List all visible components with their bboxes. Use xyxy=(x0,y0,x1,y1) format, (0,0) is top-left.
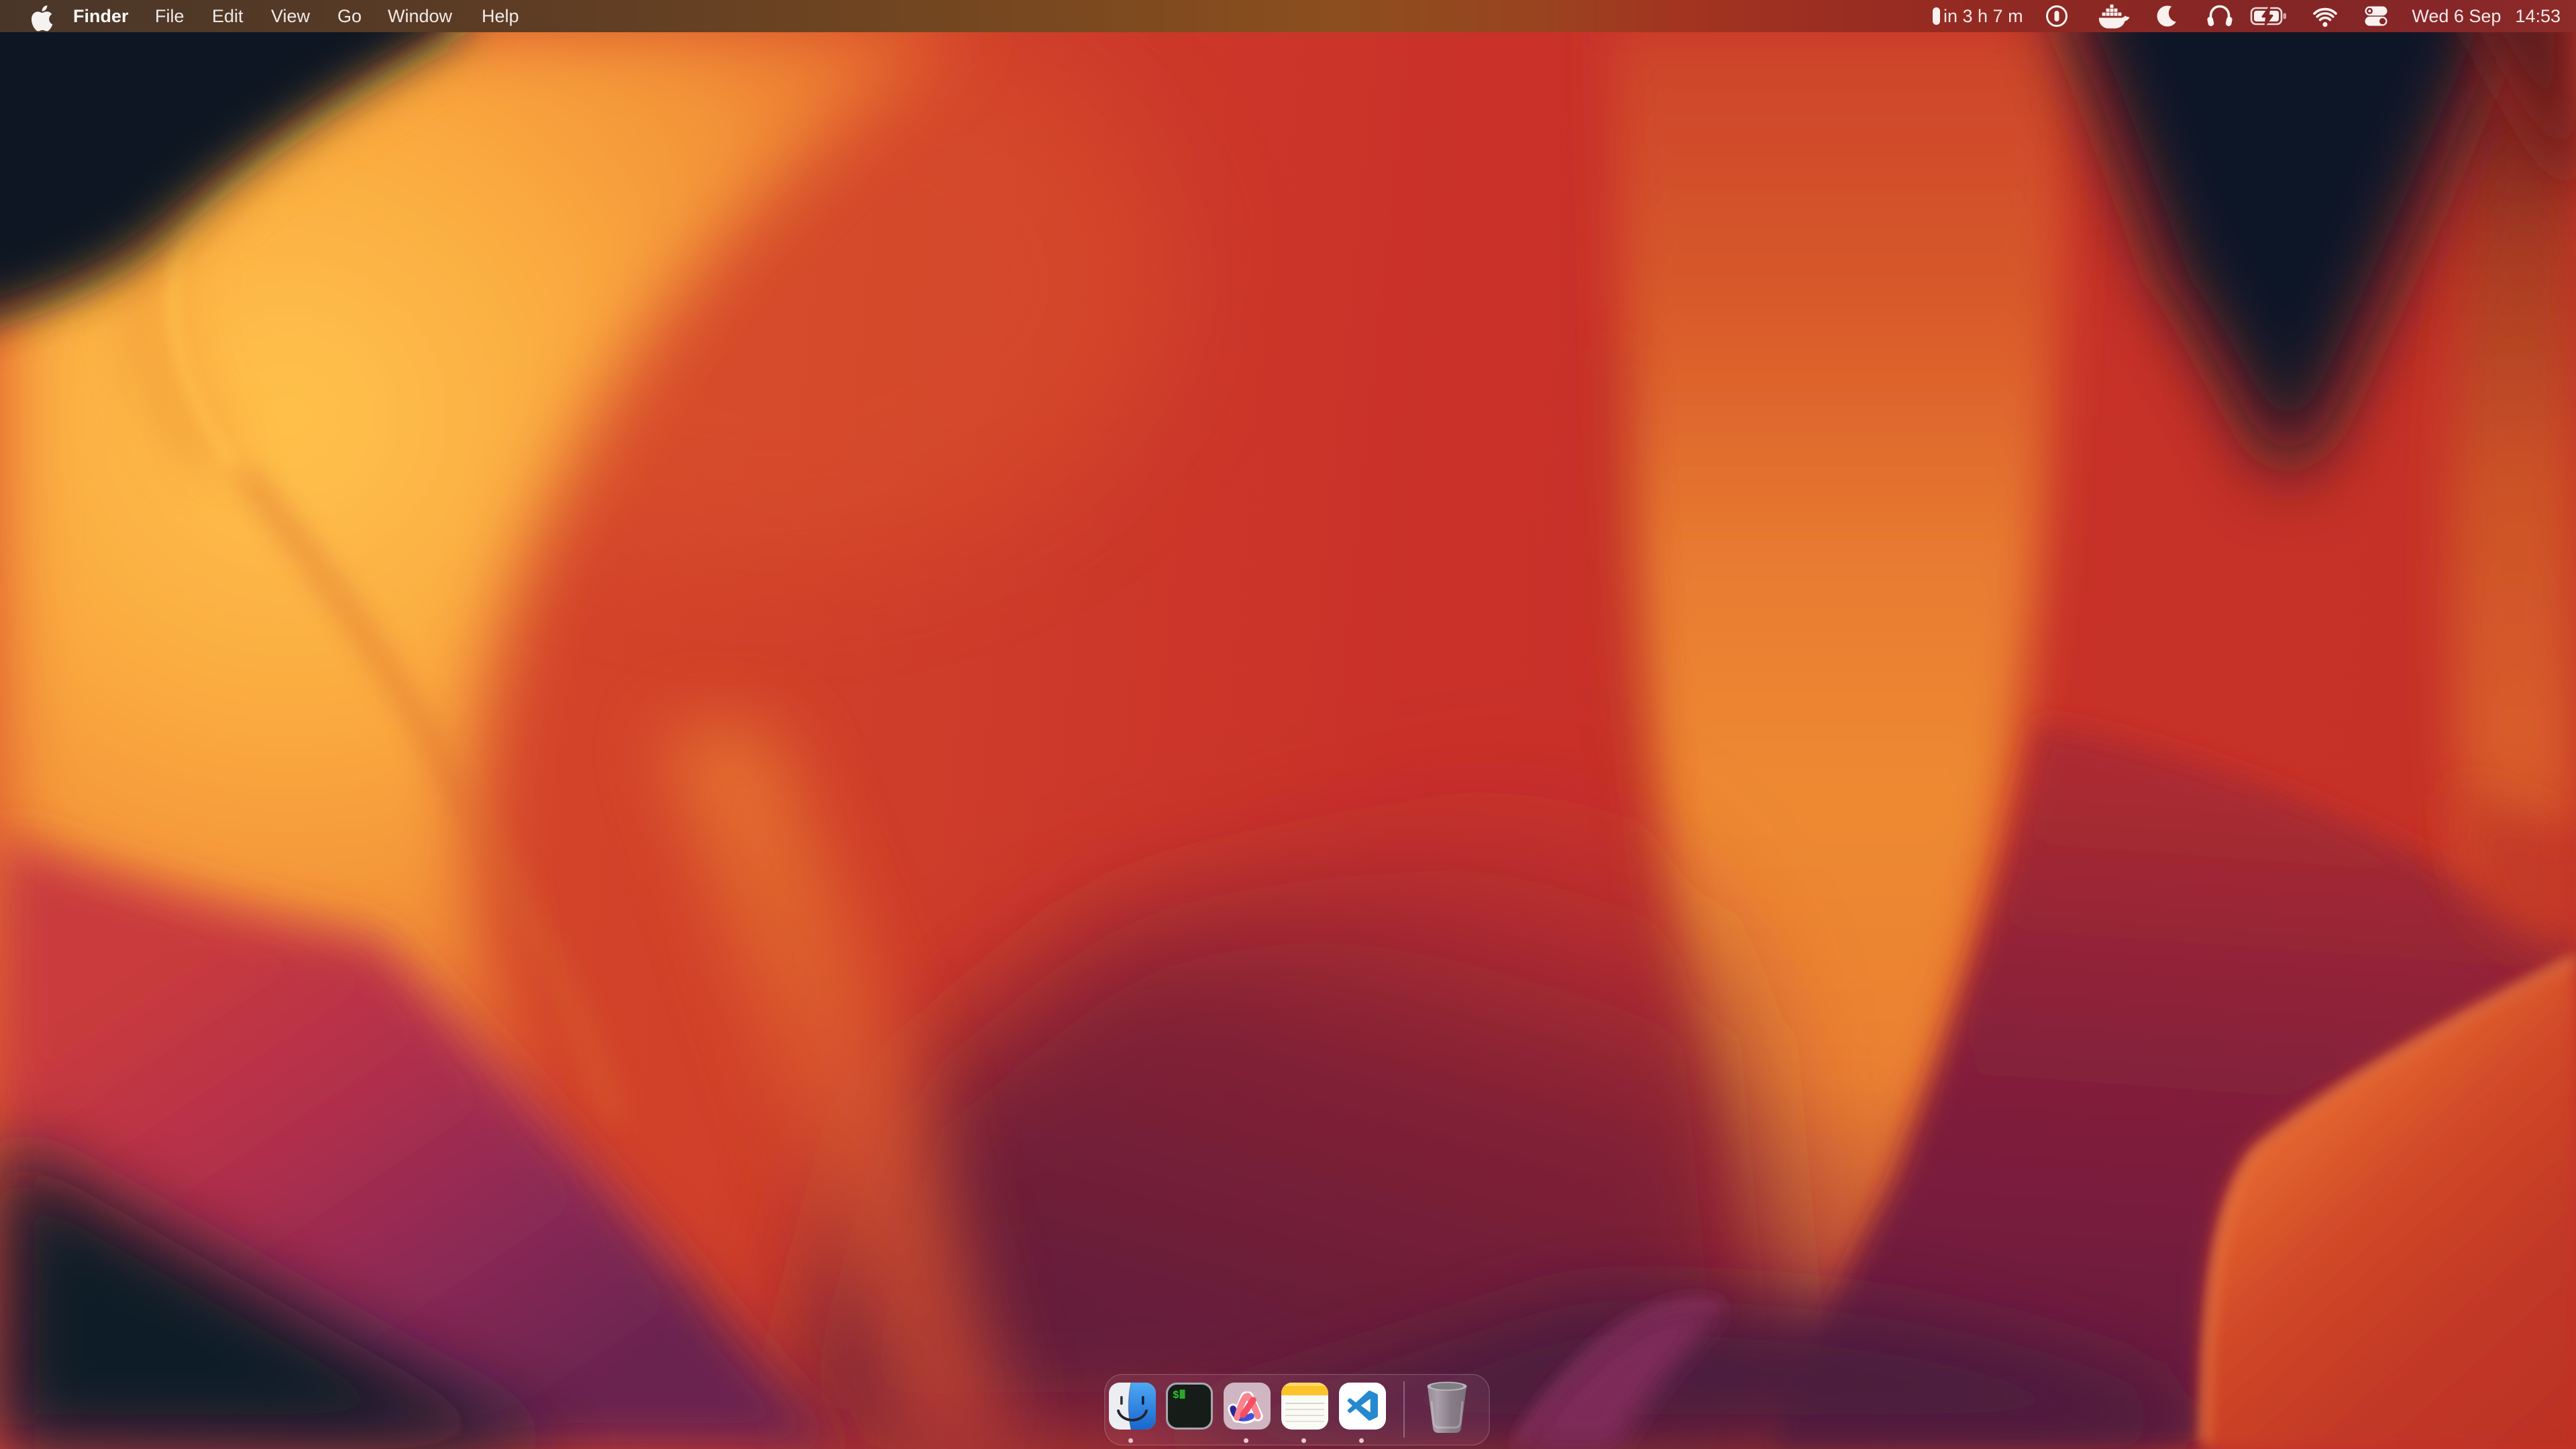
svg-text:$: $ xyxy=(1173,1389,1179,1401)
